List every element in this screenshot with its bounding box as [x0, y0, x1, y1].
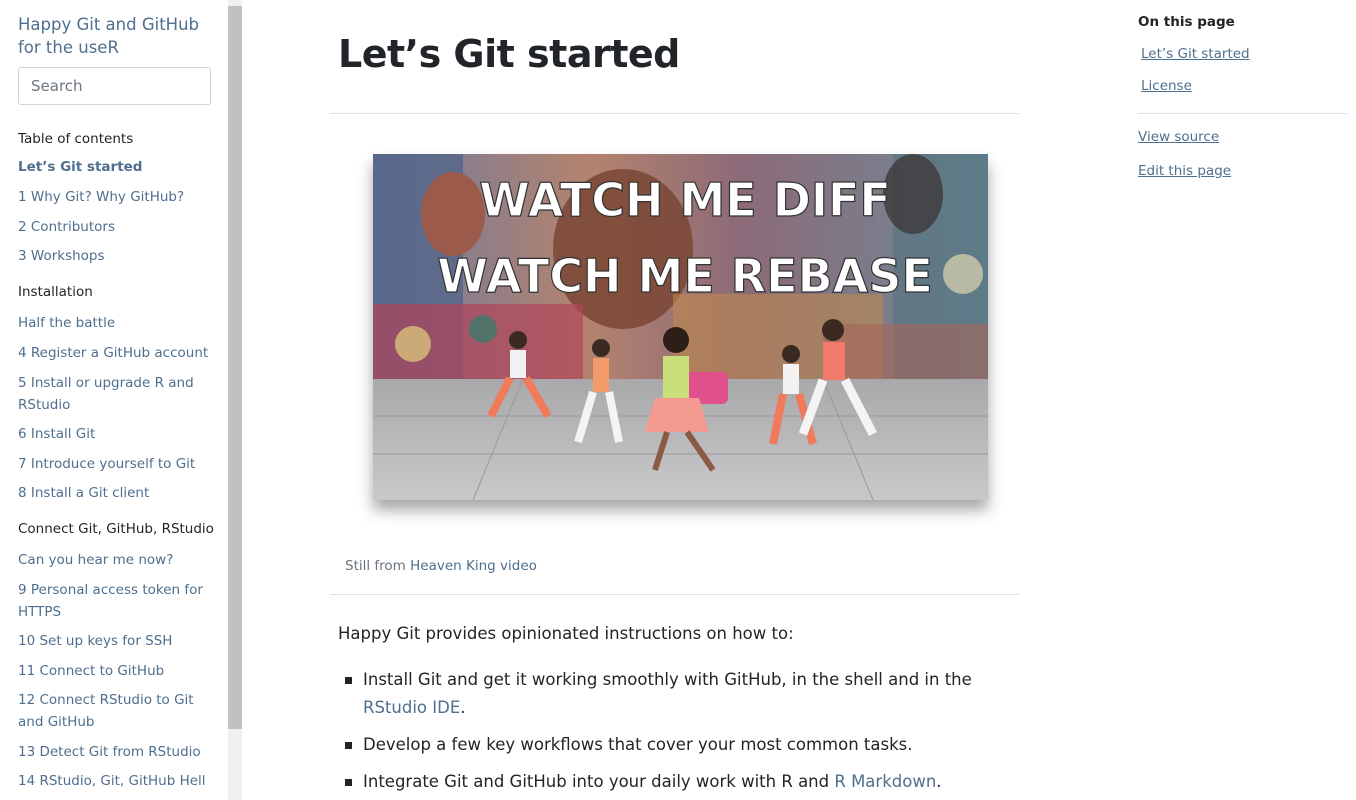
toc-item-active[interactable]: Let’s Git started	[18, 157, 218, 179]
list-item: Develop a few key workflows that cover y…	[363, 731, 1023, 759]
toc-item[interactable]: 13 Detect Git from RStudio	[18, 742, 218, 764]
hero-text-line-1: WATCH ME DIFF	[479, 173, 891, 227]
page-title: Let’s Git started	[338, 32, 680, 76]
toc-item[interactable]: 14 RStudio, Git, GitHub Hell	[18, 771, 218, 793]
toc-item[interactable]: 3 Workshops	[18, 246, 218, 268]
list-item-text: Develop a few key workflows that cover y…	[363, 735, 913, 754]
list-item-suffix: .	[460, 698, 466, 717]
book-title-link[interactable]: Happy Git and GitHub for the useR	[18, 13, 218, 59]
toc-part-heading: Connect Git, GitHub, RStudio	[18, 521, 214, 537]
toc-item[interactable]: 1 Why Git? Why GitHub?	[18, 187, 218, 209]
hero-illustration: WATCH ME DIFF WATCH ME REBASE	[373, 154, 988, 500]
toc-item[interactable]: 7 Introduce yourself to Git	[18, 454, 218, 476]
toc-item[interactable]: Half the battle	[18, 313, 218, 335]
list-item: Install Git and get it working smoothly …	[363, 666, 1023, 722]
rstudio-ide-link[interactable]: RStudio IDE	[363, 698, 460, 717]
title-divider	[330, 113, 1020, 114]
toc-item[interactable]: 2 Contributors	[18, 217, 218, 239]
view-source-link[interactable]: View source	[1138, 129, 1219, 145]
caption-link[interactable]: Heaven King video	[410, 558, 537, 574]
figure-divider	[330, 594, 1020, 595]
on-this-page-title: On this page	[1138, 14, 1235, 30]
toc-item[interactable]: Can you hear me now?	[18, 550, 218, 572]
toc-item[interactable]: 6 Install Git	[18, 424, 218, 446]
edit-page-link[interactable]: Edit this page	[1138, 163, 1231, 179]
toc-item[interactable]: 8 Install a Git client	[18, 483, 218, 505]
toc-item[interactable]: 4 Register a GitHub account	[18, 343, 218, 365]
bullet-marker	[345, 677, 352, 684]
toc-item[interactable]: 9 Personal access token for HTTPS	[18, 580, 218, 623]
sidebar-scrollbar-thumb[interactable]	[228, 6, 242, 729]
search-input[interactable]	[18, 67, 211, 105]
toc-item[interactable]: 12 Connect RStudio to Git and GitHub	[18, 690, 218, 733]
toc-item[interactable]: 10 Set up keys for SSH	[18, 631, 218, 653]
figure-caption: Still from Heaven King video	[345, 558, 537, 574]
list-item-text: Install Git and get it working smoothly …	[363, 670, 972, 689]
hero-image: WATCH ME DIFF WATCH ME REBASE	[373, 154, 988, 500]
toc-part-heading: Installation	[18, 284, 93, 300]
otp-link-license[interactable]: License	[1141, 78, 1192, 94]
hero-text-line-2: WATCH ME REBASE	[437, 249, 933, 303]
list-item-suffix: .	[936, 772, 942, 791]
intro-paragraph: Happy Git provides opinionated instructi…	[338, 624, 794, 643]
toc-item[interactable]: 5 Install or upgrade R and RStudio	[18, 373, 218, 416]
otp-link-lets-git-started[interactable]: Let’s Git started	[1141, 46, 1250, 62]
bullet-marker	[345, 742, 352, 749]
caption-prefix: Still from	[345, 558, 411, 574]
toc-heading: Table of contents	[18, 131, 134, 147]
toc-item[interactable]: 11 Connect to GitHub	[18, 661, 218, 683]
sidebar: Happy Git and GitHub for the useR Table …	[0, 0, 228, 800]
r-markdown-link[interactable]: R Markdown	[834, 772, 936, 791]
right-nav-divider	[1138, 113, 1348, 114]
list-item: Integrate Git and GitHub into your daily…	[363, 768, 1023, 796]
bullet-marker	[345, 779, 352, 786]
list-item-text: Integrate Git and GitHub into your daily…	[363, 772, 835, 791]
